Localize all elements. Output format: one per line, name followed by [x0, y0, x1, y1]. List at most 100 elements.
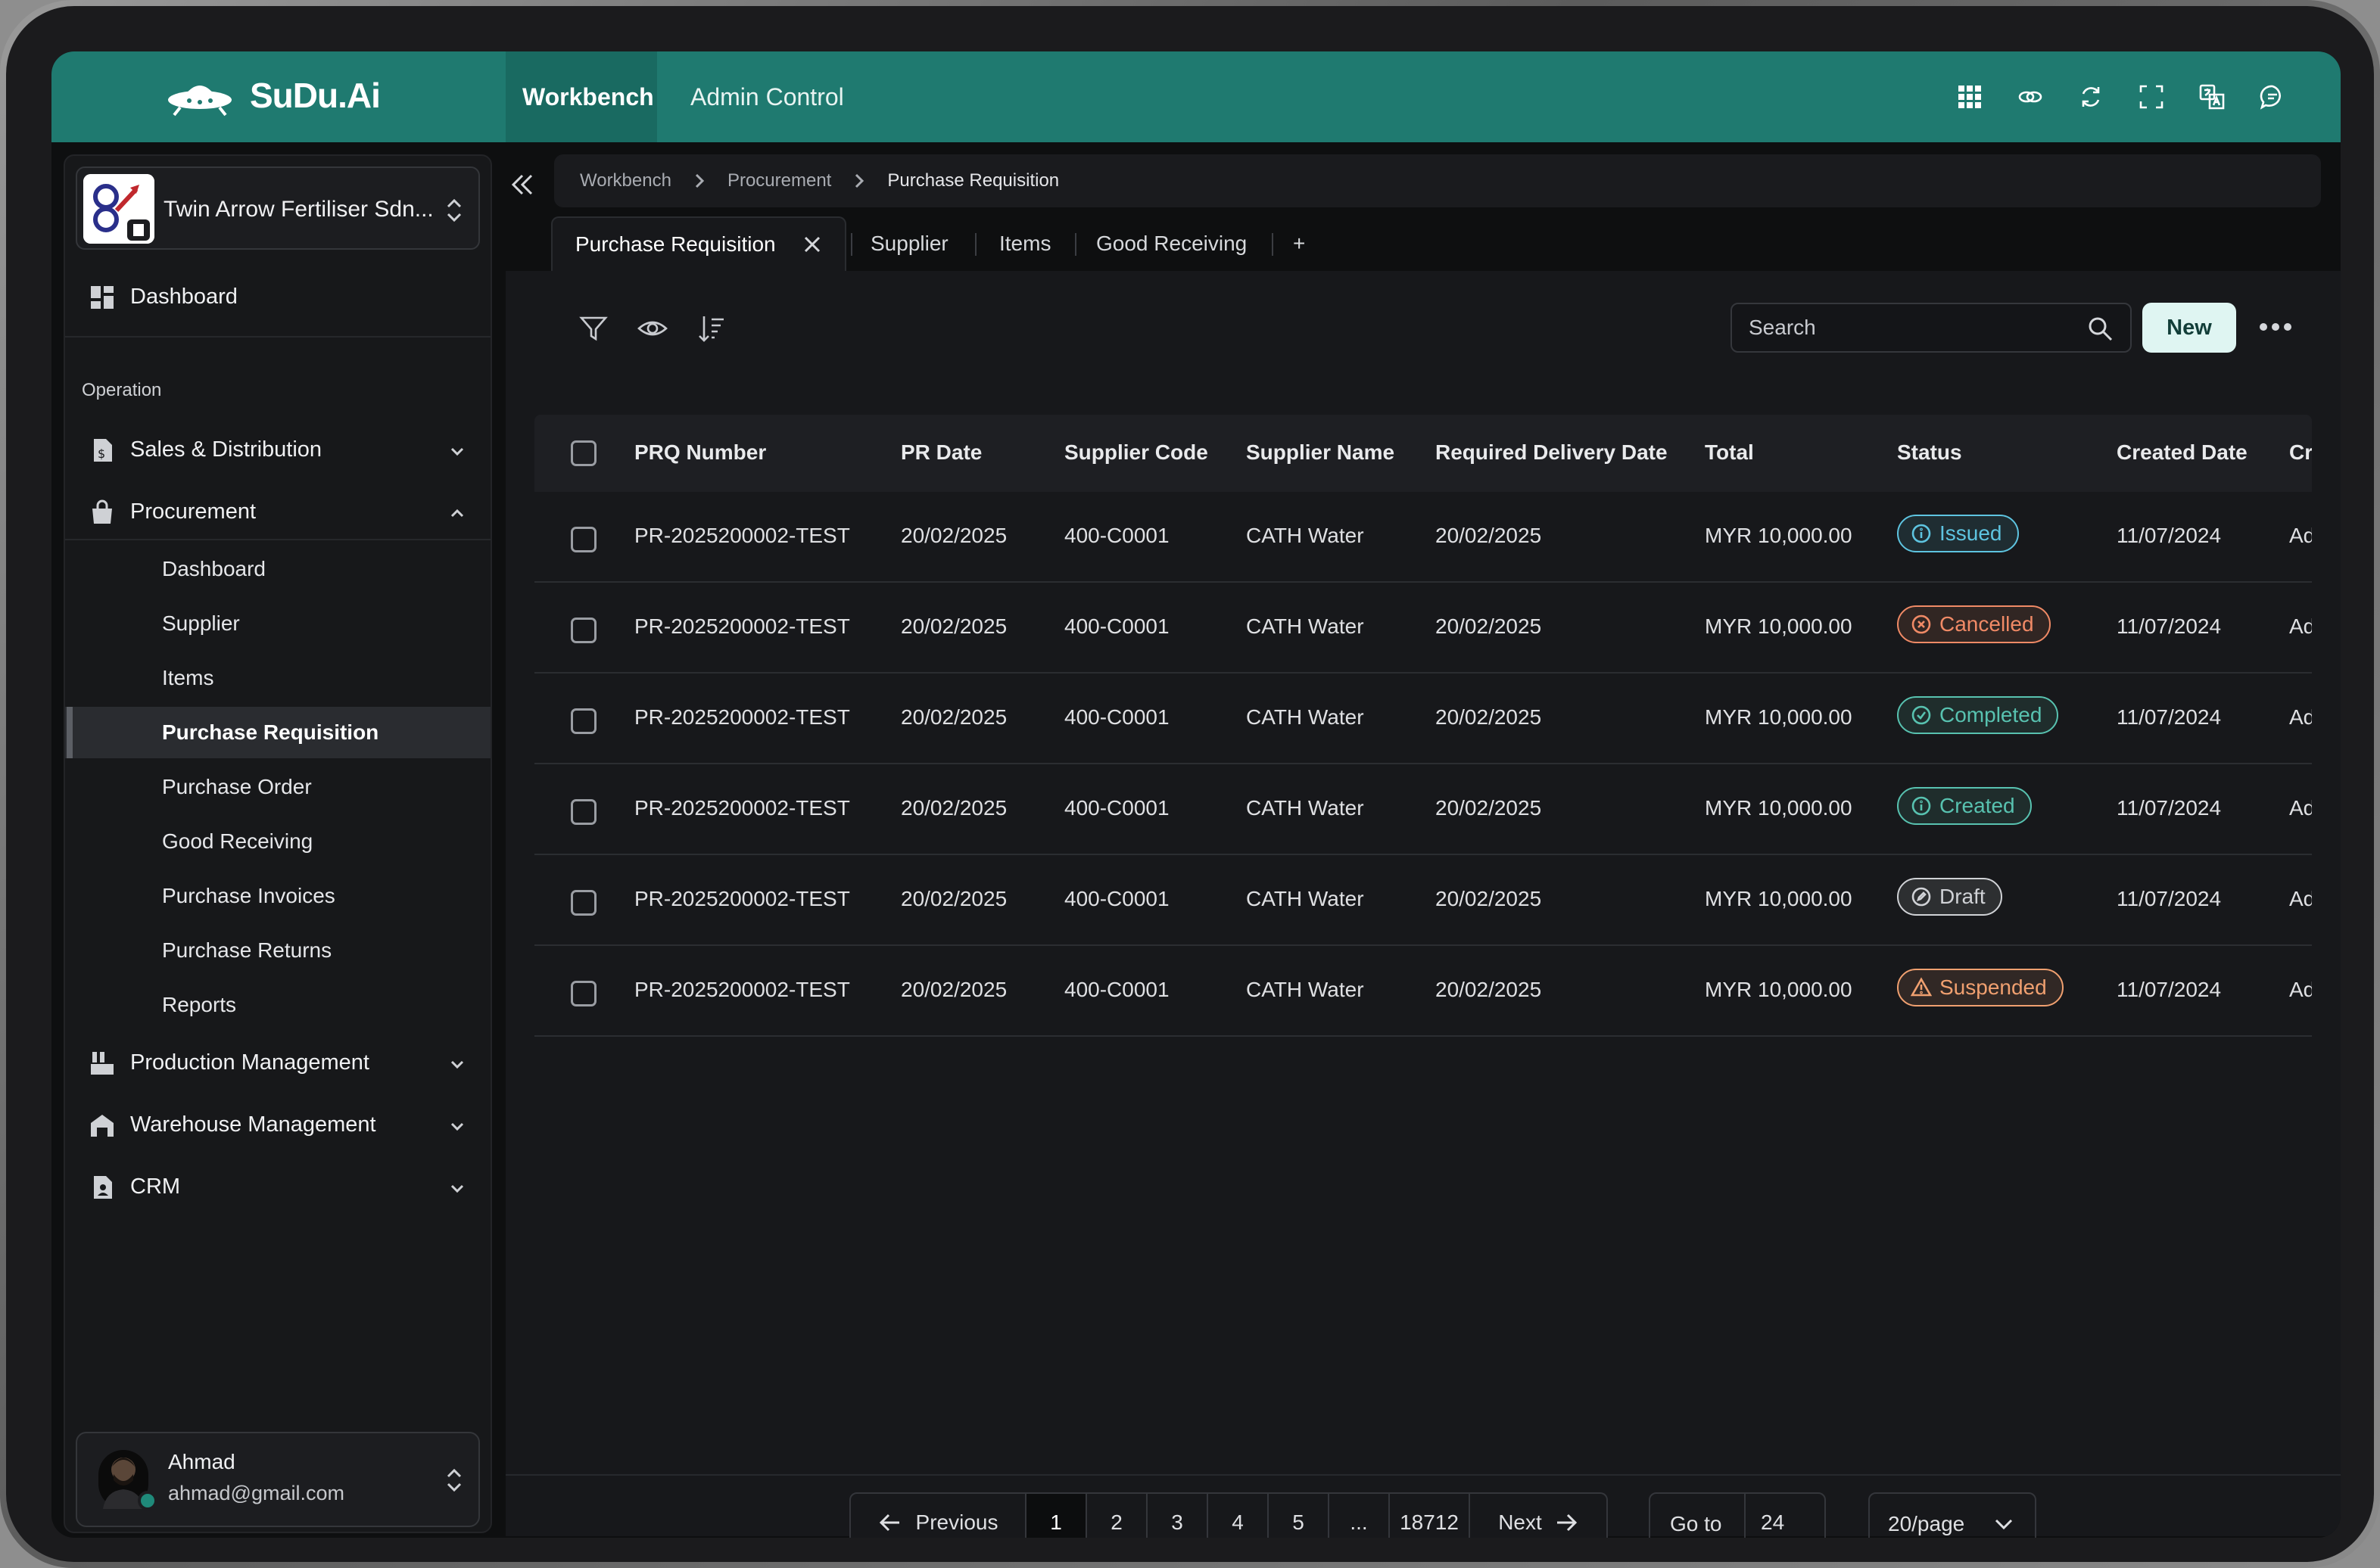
column-required-delivery-date[interactable]: Required Delivery Date: [1435, 440, 1668, 465]
eye-icon[interactable]: [637, 313, 671, 347]
table-row[interactable]: PR-2025200002-TEST 20/02/2025 400-C0001 CAT…: [534, 492, 2312, 583]
page-button[interactable]: 1: [1026, 1492, 1087, 1538]
page-size-select[interactable]: 20/page: [1868, 1492, 2036, 1538]
tab-items[interactable]: Items: [999, 216, 1051, 271]
refresh-icon[interactable]: [2076, 79, 2106, 115]
sidebar-subitem-purchase-order[interactable]: Purchase Order: [65, 761, 491, 813]
sort-icon[interactable]: [696, 313, 730, 347]
tab-supplier[interactable]: Supplier: [871, 216, 949, 271]
cell-supplier-name: CATH Water: [1246, 796, 1364, 820]
company-switcher[interactable]: Twin Arrow Fertiliser Sdn...: [76, 166, 480, 250]
cell-created-by: Ad: [2289, 978, 2312, 1001]
table-row[interactable]: PR-2025200002-TEST 20/02/2025 400-C0001 CAT…: [534, 764, 2312, 855]
table-row[interactable]: PR-2025200002-TEST 20/02/2025 400-C0001 CAT…: [534, 946, 2312, 1037]
page-button[interactable]: 5: [1269, 1492, 1329, 1538]
column-created-by[interactable]: Cr: [2289, 440, 2312, 465]
sidebar-subitem-good-receiving[interactable]: Good Receiving: [65, 816, 491, 867]
page-ellipsis[interactable]: ...: [1329, 1492, 1390, 1538]
apps-grid-icon[interactable]: [1955, 79, 1985, 115]
nav-tab-admin-control[interactable]: Admin Control: [690, 51, 844, 142]
column-pr-date[interactable]: PR Date: [901, 440, 982, 465]
page-button-last[interactable]: 18712: [1390, 1492, 1470, 1538]
column-total[interactable]: Total: [1705, 440, 1754, 465]
nav-tab-workbench[interactable]: Workbench: [506, 51, 657, 142]
factory-icon: [89, 1050, 115, 1076]
cell-required-delivery-date: 20/02/2025: [1435, 887, 1542, 910]
search-icon[interactable]: [2086, 315, 2114, 342]
brand-logo[interactable]: SuDu.Ai: [165, 73, 381, 118]
row-checkbox[interactable]: [571, 799, 597, 825]
table-row[interactable]: PR-2025200002-TEST 20/02/2025 400-C0001 CAT…: [534, 583, 2312, 674]
previous-page-button[interactable]: Previous: [849, 1492, 1026, 1538]
row-checkbox[interactable]: [571, 890, 597, 916]
sidebar-subitem-items[interactable]: Items: [65, 652, 491, 704]
cell-supplier-code: 400-C0001: [1064, 705, 1170, 729]
sidebar-item-dashboard[interactable]: Dashboard: [65, 269, 491, 324]
cell-created-date: 11/07/2024: [2117, 705, 2222, 729]
goto-page-input[interactable]: [1744, 1494, 1824, 1538]
section-label-operation: Operation: [82, 380, 162, 400]
sidebar-item-procurement[interactable]: Procurement: [65, 484, 491, 539]
goto-page: Go to: [1649, 1492, 1826, 1538]
subitem-label: Dashboard: [162, 557, 266, 580]
column-supplier-code[interactable]: Supplier Code: [1064, 440, 1208, 465]
search-box: [1730, 303, 2132, 353]
row-checkbox[interactable]: [571, 708, 597, 734]
cell-prq-number[interactable]: PR-2025200002-TEST: [634, 796, 850, 820]
table-row[interactable]: PR-2025200002-TEST 20/02/2025 400-C0001 CAT…: [534, 674, 2312, 764]
link-icon[interactable]: [2015, 79, 2045, 115]
table-row[interactable]: PR-2025200002-TEST 20/02/2025 400-C0001 CAT…: [534, 855, 2312, 946]
new-button[interactable]: New: [2142, 303, 2236, 353]
sidebar-item-sales-distribution[interactable]: $ Sales & Distribution: [65, 422, 491, 477]
page-button[interactable]: 2: [1087, 1492, 1148, 1538]
divider: [65, 539, 491, 540]
tab-separator: [975, 233, 977, 256]
breadcrumb-workbench[interactable]: Workbench: [580, 170, 671, 191]
fullscreen-icon[interactable]: [2136, 79, 2167, 115]
sidebar-subitem-reports[interactable]: Reports: [65, 979, 491, 1031]
cell-created-by: Ad: [2289, 796, 2312, 820]
page-button[interactable]: 4: [1208, 1492, 1269, 1538]
sidebar-item-crm[interactable]: CRM: [65, 1159, 491, 1214]
next-page-button[interactable]: Next: [1470, 1492, 1608, 1538]
filter-icon[interactable]: [578, 313, 612, 347]
tab-purchase-requisition[interactable]: Purchase Requisition: [551, 216, 846, 271]
breadcrumb-procurement[interactable]: Procurement: [727, 170, 831, 191]
chat-icon[interactable]: [2257, 79, 2288, 115]
search-input[interactable]: [1732, 304, 2080, 351]
sidebar-item-warehouse-management[interactable]: Warehouse Management: [65, 1097, 491, 1152]
sidebar-subitem-dashboard[interactable]: Dashboard: [65, 543, 491, 595]
status-label: Completed: [1939, 703, 2042, 726]
row-checkbox[interactable]: [571, 618, 597, 643]
column-status[interactable]: Status: [1897, 440, 1962, 465]
user-profile-switcher[interactable]: Ahmad ahmad@gmail.com: [76, 1432, 480, 1527]
column-prq-number[interactable]: PRQ Number: [634, 440, 766, 465]
column-created-date[interactable]: Created Date: [2117, 440, 2248, 465]
select-all-checkbox[interactable]: [571, 440, 597, 466]
add-tab-button[interactable]: +: [1293, 216, 1305, 271]
cell-prq-number[interactable]: PR-2025200002-TEST: [634, 887, 850, 911]
translate-icon[interactable]: [2197, 79, 2227, 115]
column-supplier-name[interactable]: Supplier Name: [1246, 440, 1394, 465]
cell-prq-number[interactable]: PR-2025200002-TEST: [634, 524, 850, 548]
sidebar-subitem-purchase-invoices[interactable]: Purchase Invoices: [65, 870, 491, 922]
tab-good-receiving[interactable]: Good Receiving: [1096, 216, 1247, 271]
row-checkbox[interactable]: [571, 527, 597, 552]
sidebar-subitem-purchase-returns[interactable]: Purchase Returns: [65, 925, 491, 976]
cell-prq-number[interactable]: PR-2025200002-TEST: [634, 705, 850, 730]
row-checkbox[interactable]: [571, 981, 597, 1006]
page-button[interactable]: 3: [1148, 1492, 1208, 1538]
cell-created-by: Ad: [2289, 614, 2312, 638]
sidebar-subitem-purchase-requisition[interactable]: Purchase Requisition: [65, 707, 491, 758]
divider: [65, 336, 491, 338]
sidebar-subitem-supplier[interactable]: Supplier: [65, 598, 491, 649]
sidebar-item-production-management[interactable]: Production Management: [65, 1035, 491, 1090]
tab-separator: [851, 233, 852, 256]
close-icon[interactable]: [802, 235, 822, 254]
info-icon: [1911, 524, 1931, 543]
more-options-icon[interactable]: [2254, 310, 2297, 344]
page-size-value: 20/page: [1888, 1512, 1965, 1535]
cell-prq-number[interactable]: PR-2025200002-TEST: [634, 978, 850, 1002]
cell-prq-number[interactable]: PR-2025200002-TEST: [634, 614, 850, 639]
collapse-sidebar-button[interactable]: [501, 163, 544, 206]
